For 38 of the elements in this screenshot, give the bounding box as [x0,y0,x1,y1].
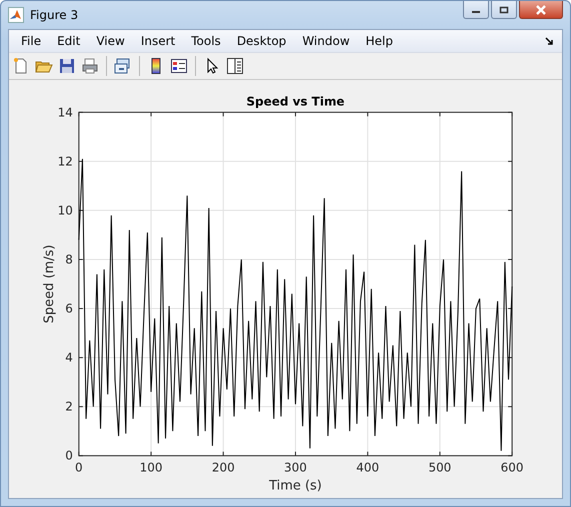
tick-label: 600 [500,460,524,475]
tick-label: 0 [65,448,73,463]
minimize-button[interactable] [463,1,489,19]
property-panel-icon[interactable] [225,56,245,76]
tick-label: 400 [356,460,380,475]
close-icon [535,4,547,14]
y-axis-label: Speed (m/s) [42,244,57,324]
tick-label: 12 [58,154,73,168]
tick-label: 6 [65,302,73,316]
window-title: Figure 3 [30,8,80,22]
tick-label: 4 [65,350,73,365]
tick-label: 8 [65,252,73,266]
maximize-icon [499,6,509,14]
tick-label: 0 [75,460,83,475]
menu-item[interactable]: File [13,32,50,50]
legend-icon[interactable] [169,56,189,76]
menu-item[interactable]: Edit [49,32,88,50]
dock-arrow-icon[interactable] [545,36,554,46]
close-button[interactable] [519,1,563,19]
maximize-button[interactable] [491,1,517,19]
tick-label: 200 [212,460,235,475]
tick-label: 500 [428,460,452,475]
app-icon [8,7,24,23]
menu-item[interactable]: Insert [132,32,184,50]
tick-label: 100 [140,460,162,475]
save-icon[interactable] [57,56,77,76]
print-icon[interactable] [80,56,100,76]
menu-item[interactable]: Desktop [228,32,294,50]
chart-title: Speed vs Time [246,94,345,108]
menu-item[interactable]: View [88,32,133,50]
menu-item[interactable]: Window [294,32,358,50]
tick-label: 14 [58,105,73,120]
x-axis-label: Time (s) [269,478,322,494]
tick-label: 2 [65,400,73,414]
tick-label: 10 [58,203,73,218]
tick-label: 300 [284,460,307,475]
menu-item[interactable]: Help [358,32,401,50]
menu-item[interactable]: Tools [183,32,229,50]
